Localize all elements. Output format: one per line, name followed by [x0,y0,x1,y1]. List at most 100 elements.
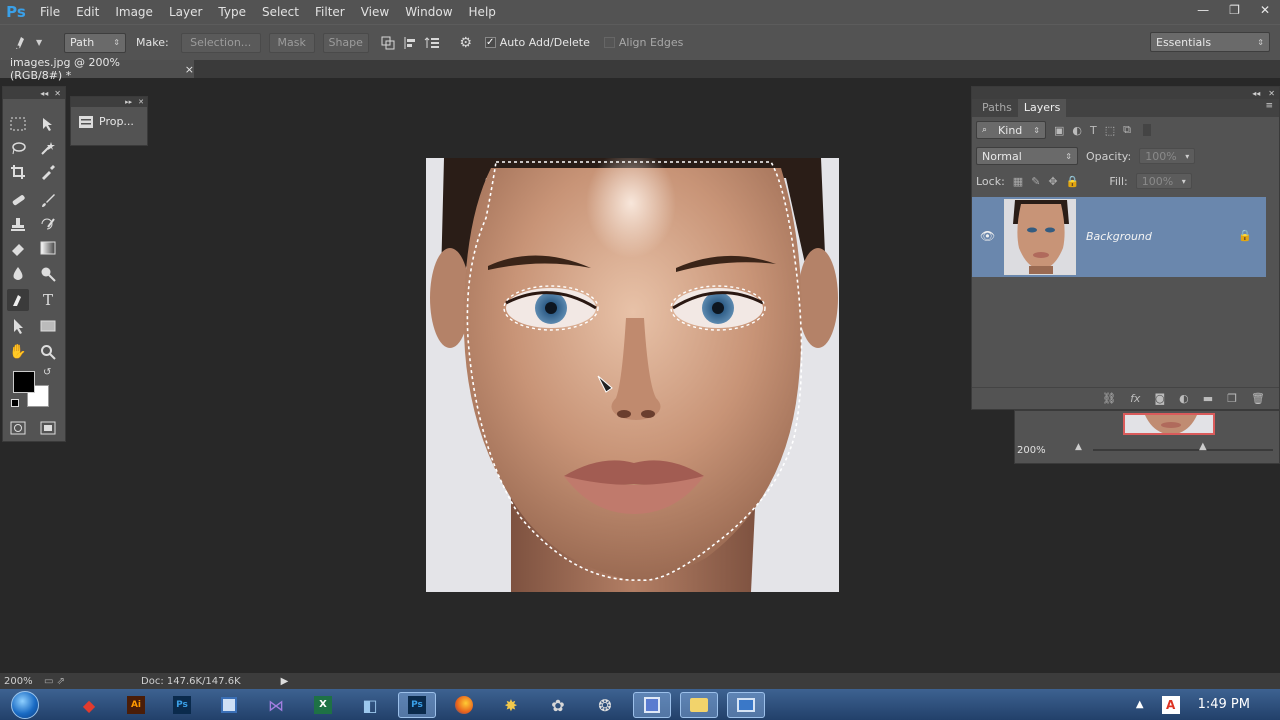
rectangle-tool[interactable] [37,315,59,337]
history-brush-tool[interactable] [37,213,59,235]
taskbar-app-11[interactable]: ✿ [539,692,577,718]
close-button[interactable]: ✕ [1260,3,1270,17]
taskbar-illustrator[interactable]: Ai [117,692,155,718]
adjustment-filter-icon[interactable]: ◐ [1072,124,1082,137]
menu-file[interactable]: File [32,0,68,24]
align-edges-checkbox[interactable] [603,37,615,48]
menu-help[interactable]: Help [461,0,504,24]
path-alignment-button[interactable] [399,32,421,54]
tab-layers[interactable]: Layers [1017,99,1067,117]
path-arrangement-button[interactable] [421,32,443,54]
taskbar-explorer[interactable] [680,692,718,718]
make-selection-button[interactable]: Selection... [180,32,261,53]
menu-window[interactable]: Window [397,0,460,24]
document-tab[interactable]: images.jpg @ 200% (RGB/8#) * × [0,56,194,82]
close-icon[interactable]: ✕ [1268,89,1275,98]
layers-header[interactable]: ◂◂ ✕ [972,87,1279,99]
new-layer-icon[interactable]: ❐ [1227,392,1237,405]
close-icon[interactable]: ✕ [54,89,61,98]
taskbar-app-1[interactable]: ◆ [70,692,108,718]
document-canvas[interactable] [426,158,839,592]
zoom-tool[interactable] [37,341,59,363]
swap-colors-icon[interactable]: ↺ [43,367,51,378]
status-zoom[interactable]: 200% [0,676,44,687]
crop-tool[interactable] [7,161,29,183]
hand-tool[interactable]: ✋ [7,341,29,363]
clone-stamp-tool[interactable] [7,213,29,235]
close-tab-icon[interactable]: × [185,63,194,76]
lasso-tool[interactable] [7,137,29,159]
smart-object-filter-icon[interactable]: ⧉ [1123,123,1131,137]
collapse-icon[interactable]: ◂◂ [1252,89,1260,98]
pixel-filter-icon[interactable]: ▣ [1054,124,1064,137]
taskbar-firefox[interactable] [445,692,483,718]
new-group-icon[interactable]: ▬ [1203,392,1213,405]
toolbox-header[interactable]: ◂◂ ✕ [3,87,65,99]
zoom-in-icon[interactable]: ▲ [1199,441,1207,452]
zoom-out-icon[interactable]: ▲ [1075,442,1082,452]
pen-tool[interactable] [7,289,29,311]
taskbar-app-12[interactable]: ❂ [586,692,624,718]
minimize-button[interactable]: — [1197,3,1209,17]
taskbar-app-7[interactable]: ◧ [351,692,389,718]
screen-mode-button[interactable] [37,417,59,439]
trash-icon[interactable]: 🗑 [1251,392,1265,405]
taskbar-photoshop-active[interactable]: Ps [398,692,436,718]
taskbar-app-10[interactable]: ✸ [492,692,530,718]
tray-expand-icon[interactable]: ▲ [1136,699,1144,710]
opacity-field[interactable]: 100% ▾ [1139,148,1196,164]
adjustment-layer-icon[interactable]: ◐ [1179,392,1189,405]
zoom-slider[interactable] [1093,449,1273,451]
blend-mode-dropdown[interactable]: Normal ⇕ [976,147,1078,165]
link-layers-icon[interactable]: ⛓ [1102,392,1116,405]
restore-button[interactable]: ❐ [1229,3,1240,17]
type-tool[interactable]: T [37,289,59,311]
auto-add-delete-checkbox[interactable]: ✓ [484,37,496,48]
properties-button[interactable]: Prop... [71,107,147,136]
status-menu-arrow[interactable]: ▶ [281,676,289,687]
marquee-tool[interactable] [7,113,29,135]
taskbar-app-15[interactable] [727,692,765,718]
menu-view[interactable]: View [353,0,397,24]
eyedropper-tool[interactable] [37,161,59,183]
brush-tool[interactable] [37,189,59,211]
layer-row-background[interactable]: 👁 Background 🔒 [972,197,1266,277]
magic-wand-tool[interactable] [37,137,59,159]
close-icon[interactable]: ✕ [138,98,144,106]
eye-icon[interactable]: 👁 [980,229,995,243]
start-button[interactable] [0,689,50,720]
layer-style-icon[interactable]: fx [1130,392,1140,405]
clock[interactable]: 1:49 PM [1198,697,1250,712]
gear-button[interactable]: ⚙ [455,32,477,54]
make-shape-button[interactable]: Shape [322,32,369,53]
taskbar-photoshop-alt[interactable]: Ps [163,692,201,718]
menu-select[interactable]: Select [254,0,307,24]
workspace-dropdown[interactable]: Essentials ⇕ [1150,32,1270,52]
menu-edit[interactable]: Edit [68,0,107,24]
menu-layer[interactable]: Layer [161,0,210,24]
lock-transparent-icon[interactable]: ▦ [1013,175,1023,188]
dodge-tool[interactable] [37,263,59,285]
quick-mask-button[interactable] [7,417,29,439]
move-tool[interactable] [37,113,59,135]
properties-header[interactable]: ▸▸ ✕ [71,97,147,107]
tool-preset-picker[interactable]: ▼ [12,31,56,55]
path-selection-tool[interactable] [7,315,29,337]
menu-image[interactable]: Image [107,0,161,24]
navigator-preview[interactable] [1123,413,1215,435]
taskbar-app-4[interactable] [210,692,248,718]
lock-paint-icon[interactable]: ✎ [1031,175,1040,188]
kind-filter-dropdown[interactable]: ⌕ Kind ⇕ [976,121,1046,139]
navigator-zoom[interactable]: 200% [1017,445,1046,456]
lock-position-icon[interactable]: ✥ [1048,175,1057,188]
acrobat-icon[interactable]: A [1161,695,1180,714]
blur-tool[interactable] [7,263,29,285]
taskbar-visual-studio[interactable]: ⋈ [257,692,295,718]
menu-type[interactable]: Type [210,0,254,24]
taskbar-app-13[interactable] [633,692,671,718]
expand-icon[interactable]: ▸▸ [125,98,132,106]
add-mask-icon[interactable]: ◙ [1154,392,1165,405]
path-mode-dropdown[interactable]: Path ⇕ [64,32,126,53]
panel-menu-icon[interactable]: ≡ [1265,101,1273,111]
foreground-color-swatch[interactable] [13,371,35,393]
